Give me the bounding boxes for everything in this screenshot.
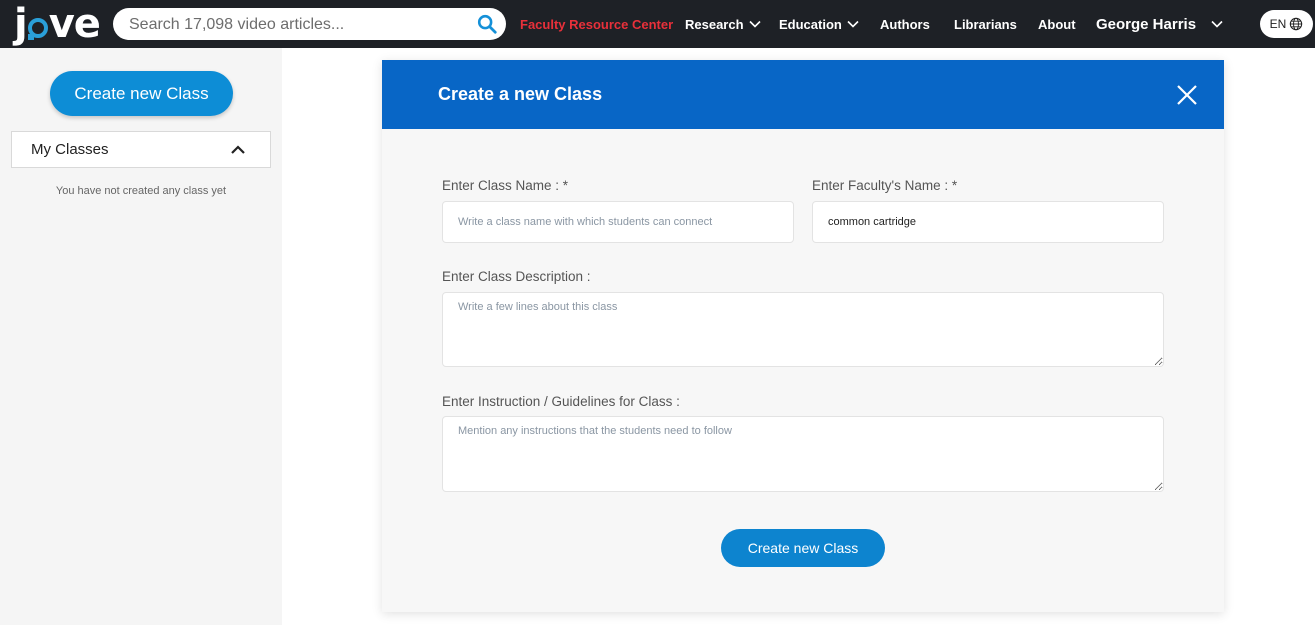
search-icon[interactable] xyxy=(476,13,498,35)
nav-education[interactable]: Education xyxy=(779,0,860,48)
nav-education-label: Education xyxy=(779,16,842,32)
class-description-label: Enter Class Description : xyxy=(442,269,591,284)
nav-about-label: About xyxy=(1038,16,1076,32)
submit-create-class-button[interactable]: Create new Class xyxy=(721,529,885,567)
nav-authors[interactable]: Authors xyxy=(880,0,930,48)
class-name-input[interactable] xyxy=(442,201,794,243)
create-class-modal: Create a new Class Enter Class Name : * … xyxy=(382,60,1224,612)
chevron-down-icon xyxy=(1211,20,1223,28)
nav-faculty-label: Faculty Resource Center xyxy=(520,16,674,32)
close-icon[interactable] xyxy=(1176,84,1198,106)
nav-authors-label: Authors xyxy=(880,16,930,32)
search-input[interactable] xyxy=(127,8,461,42)
language-selector[interactable]: EN xyxy=(1260,10,1313,38)
chevron-down-icon xyxy=(847,20,859,28)
class-name-label: Enter Class Name : * xyxy=(442,178,569,193)
search-bar xyxy=(113,8,506,42)
instructions-textarea[interactable] xyxy=(442,416,1164,492)
nav-research-label: Research xyxy=(685,16,744,32)
faculty-name-label: Enter Faculty's Name : * xyxy=(812,178,958,193)
my-classes-label: My Classes xyxy=(31,141,109,158)
instructions-label: Enter Instruction / Guidelines for Class… xyxy=(442,394,680,409)
nav-faculty-resource-center[interactable]: Faculty Resource Center xyxy=(520,0,673,48)
nav-about[interactable]: About xyxy=(1038,0,1076,48)
top-navigation-bar: jve Faculty Resource Center Research Edu… xyxy=(0,0,1315,48)
sidebar: Create new Class My Classes You have not… xyxy=(0,48,282,625)
class-description-textarea[interactable] xyxy=(442,292,1164,367)
empty-classes-message: You have not created any class yet xyxy=(55,185,227,197)
globe-icon xyxy=(1290,17,1303,31)
user-menu[interactable]: George Harris xyxy=(1096,0,1224,48)
create-new-class-button[interactable]: Create new Class xyxy=(50,71,233,116)
user-name: George Harris xyxy=(1096,15,1197,33)
my-classes-dropdown[interactable]: My Classes xyxy=(11,131,271,168)
jove-logo[interactable]: j ve xyxy=(14,2,101,46)
chevron-down-icon xyxy=(748,20,761,28)
chevron-up-icon xyxy=(231,145,245,154)
language-code: EN xyxy=(1269,17,1287,31)
nav-research[interactable]: Research xyxy=(685,0,762,48)
nav-librarians-label: Librarians xyxy=(954,16,1017,32)
modal-title: Create a new Class xyxy=(438,84,603,104)
faculty-name-input[interactable] xyxy=(812,201,1164,243)
nav-librarians[interactable]: Librarians xyxy=(954,0,1017,48)
logo-o-mark xyxy=(27,18,48,40)
modal-header: Create a new Class xyxy=(382,60,1224,129)
